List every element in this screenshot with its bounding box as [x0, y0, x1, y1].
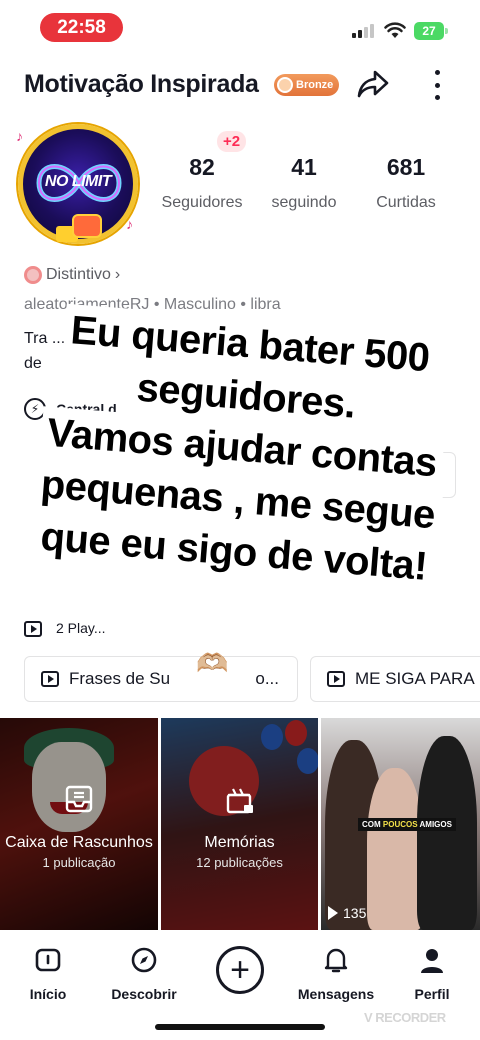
- home-icon: [35, 948, 61, 972]
- chevron-right-icon: ›: [114, 266, 121, 283]
- nav-label: Início: [29, 986, 67, 1002]
- playlist-icon: [24, 621, 42, 637]
- view-count-value: 135: [343, 905, 367, 921]
- status-time: 22:58: [40, 13, 123, 42]
- music-note-icon: ♪: [16, 128, 23, 144]
- signal-icon: [352, 24, 374, 38]
- inbox-icon: [65, 785, 93, 813]
- playlist-chip-label-tail: o...: [255, 669, 279, 688]
- nav-discover[interactable]: Descobrir: [96, 946, 192, 1002]
- playlist-icon: [41, 671, 59, 687]
- playlist-icon: [327, 671, 345, 687]
- avatar-text: NO LIMIT: [44, 173, 112, 190]
- clapperboard-lock-icon: [226, 788, 253, 814]
- nav-messages[interactable]: Mensagens: [288, 946, 384, 1002]
- stat-value: 82: [189, 154, 215, 180]
- new-followers-badge: +2: [217, 131, 247, 152]
- tile-title: Caixa de Rascunhos: [5, 834, 153, 851]
- memories-tile[interactable]: Memórias 12 publicações: [161, 718, 318, 930]
- stat-value: 41: [291, 154, 317, 180]
- tile-subtitle: 12 publicações: [196, 855, 283, 870]
- playlist-chip-label: ME SIGA PARA I: [355, 669, 480, 688]
- more-options-icon[interactable]: [428, 68, 446, 102]
- playlist-chip-label: Frases de Su: [69, 669, 171, 688]
- create-button[interactable]: +: [216, 946, 264, 994]
- nav-home[interactable]: Início: [0, 946, 96, 1002]
- plus-icon: +: [230, 951, 250, 989]
- playlist-count: 2 Play...: [56, 620, 106, 636]
- stat-followers[interactable]: 82 Seguidores: [152, 154, 252, 212]
- view-count: 135: [328, 905, 366, 921]
- home-indicator[interactable]: [155, 1024, 325, 1030]
- share-icon[interactable]: [356, 67, 390, 101]
- bronze-badge[interactable]: Bronze: [274, 74, 340, 96]
- nav-label: Mensagens: [297, 986, 375, 1002]
- drafts-tile[interactable]: Caixa de Rascunhos 1 publicação: [0, 718, 158, 930]
- bell-icon: [324, 948, 348, 973]
- playlist-chip-frases[interactable]: Frases de Su o...: [24, 656, 298, 702]
- nav-profile[interactable]: Perfil: [384, 946, 480, 1002]
- video-sticker: COM POUCOS AMIGOS: [358, 818, 456, 831]
- profile-name: Motivação Inspirada: [24, 70, 259, 98]
- stat-label: seguindo: [271, 194, 337, 211]
- badge-link-label: Distintivo: [46, 266, 111, 283]
- stat-label: Seguidores: [161, 194, 243, 211]
- camera-icon: [72, 214, 102, 238]
- nav-label: Descobrir: [111, 986, 177, 1002]
- playlist-chip-me-siga[interactable]: ME SIGA PARA I: [310, 656, 480, 702]
- wifi-icon: [384, 22, 406, 38]
- recorder-watermark: V RECORDER: [364, 1010, 446, 1025]
- bronze-badge-label: Bronze: [296, 79, 334, 91]
- compass-icon: [131, 947, 157, 973]
- heart-hands-emoji: 🫶🏼: [196, 648, 229, 678]
- stat-label: Curtidas: [376, 194, 436, 211]
- badge-icon: [24, 266, 42, 284]
- tile-title: Memórias: [204, 834, 275, 851]
- nav-label: Perfil: [414, 986, 450, 1002]
- profile-icon: [421, 949, 443, 973]
- stat-following[interactable]: 41 seguindo: [262, 154, 346, 212]
- play-icon: [328, 906, 338, 920]
- overlay-caption: Eu queria bater 500 seguidores. Vamos aj…: [5, 301, 480, 596]
- medal-icon: [277, 77, 293, 93]
- battery-icon: 27: [414, 22, 448, 40]
- status-bar: 22:58 27: [0, 0, 480, 56]
- stat-value: 681: [386, 154, 426, 180]
- tile-subtitle: 1 publicação: [42, 855, 116, 870]
- badge-link[interactable]: Distintivo ›: [24, 266, 120, 284]
- stat-likes[interactable]: 681 Curtidas: [362, 154, 450, 212]
